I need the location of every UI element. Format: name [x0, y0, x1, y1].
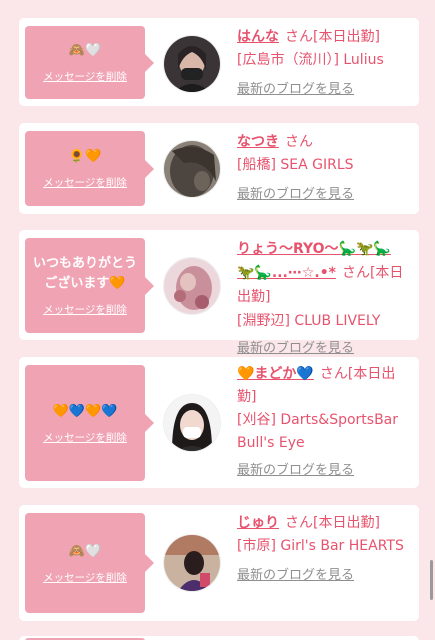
message-text: 🧡💙🧡💙: [52, 403, 118, 419]
message-text: いつもありがとうございます🧡: [32, 256, 137, 291]
message-card-partial: [19, 636, 419, 640]
message-text: 🌻🧡: [68, 149, 102, 164]
shop-name: [広島市（流川）] Lulius: [237, 52, 384, 68]
latest-blog-link[interactable]: 最新のブログを見る: [237, 183, 354, 206]
scrollbar[interactable]: [430, 560, 433, 600]
cast-info: 🧡まどか💙 さん[本日出勤] [刈谷] Darts&SportsBar Bull'…: [237, 363, 413, 482]
avatar-photo: [164, 36, 220, 92]
latest-blog-link[interactable]: 最新のブログを見る: [237, 564, 354, 587]
message-card: 🙈🤍 メッセージを削除 はんな さん[本日出勤] [広島市（流川）] Lulius…: [19, 18, 419, 106]
message-card: 🙈🤍 メッセージを削除 じゅり さん[本日出勤] [市原] Girl's Bar …: [19, 505, 419, 621]
delete-message-link[interactable]: メッセージを削除: [43, 302, 127, 317]
avatar[interactable]: [163, 35, 221, 93]
delete-message-link[interactable]: メッセージを削除: [43, 175, 127, 190]
message-bubble: いつもありがとうございます🧡 メッセージを削除: [25, 238, 154, 333]
cast-name-link[interactable]: 🧡まどか💙: [237, 366, 314, 382]
avatar-photo: [164, 141, 220, 197]
message-text: 🙈🤍: [68, 543, 102, 559]
avatar-photo: [164, 395, 220, 451]
shop-name: [市原] Girl's Bar HEARTS: [237, 538, 404, 554]
cast-name-link[interactable]: なつき: [237, 134, 279, 150]
delete-message-link[interactable]: メッセージを削除: [43, 69, 127, 84]
cast-status: さん[本日出勤]: [285, 515, 380, 531]
avatar[interactable]: [163, 534, 221, 592]
message-bubble: 🙈🤍 メッセージを削除: [25, 26, 154, 99]
delete-message-link[interactable]: メッセージを削除: [43, 570, 127, 585]
message-list: 🙈🤍 メッセージを削除 はんな さん[本日出勤] [広島市（流川）] Lulius…: [0, 0, 435, 640]
message-text: 🙈🤍: [68, 43, 102, 58]
cast-status: さん[本日出勤]: [285, 29, 380, 45]
message-bubble: 🙈🤍 メッセージを削除: [25, 513, 154, 613]
cast-info: はんな さん[本日出勤] [広島市（流川）] Lulius 最新のブログを見る: [237, 26, 413, 101]
message-card: 🧡💙🧡💙 メッセージを削除 🧡まどか💙 さん[本日出勤] [刈谷] Darts&S…: [19, 357, 419, 488]
cast-name-link[interactable]: じゅり: [237, 515, 279, 531]
latest-blog-link[interactable]: 最新のブログを見る: [237, 459, 354, 482]
avatar[interactable]: [163, 257, 221, 315]
message-card: 🌻🧡 メッセージを削除 なつき さん [船橋] SEA GIRLS 最新のブログを…: [19, 123, 419, 214]
cast-name-link[interactable]: はんな: [237, 29, 279, 45]
message-card: いつもありがとうございます🧡 メッセージを削除 りょう〜RYO〜🦕🦖🦕 🦖🦕..…: [19, 230, 419, 356]
message-bubble: 🌻🧡 メッセージを削除: [25, 131, 154, 206]
shop-name: [淵野辺] CLUB LIVELY: [237, 313, 381, 329]
avatar-photo: [164, 258, 220, 314]
avatar-photo: [164, 535, 220, 591]
delete-message-link[interactable]: メッセージを削除: [43, 430, 127, 445]
cast-status: さん: [285, 134, 313, 150]
avatar[interactable]: [163, 394, 221, 452]
latest-blog-link[interactable]: 最新のブログを見る: [237, 78, 354, 101]
cast-info: じゅり さん[本日出勤] [市原] Girl's Bar HEARTS 最新のブロ…: [237, 512, 413, 587]
shop-name: [刈谷] Darts&SportsBar Bull's Eye: [237, 412, 399, 451]
avatar[interactable]: [163, 140, 221, 198]
message-bubble: 🧡💙🧡💙 メッセージを削除: [25, 365, 154, 481]
cast-info: なつき さん [船橋] SEA GIRLS 最新のブログを見る: [237, 131, 413, 206]
shop-name: [船橋] SEA GIRLS: [237, 157, 354, 173]
cast-info: りょう〜RYO〜🦕🦖🦕 🦖🦕...⋯☆.•* さん[本日出勤] [淵野辺] CLU…: [237, 237, 413, 361]
